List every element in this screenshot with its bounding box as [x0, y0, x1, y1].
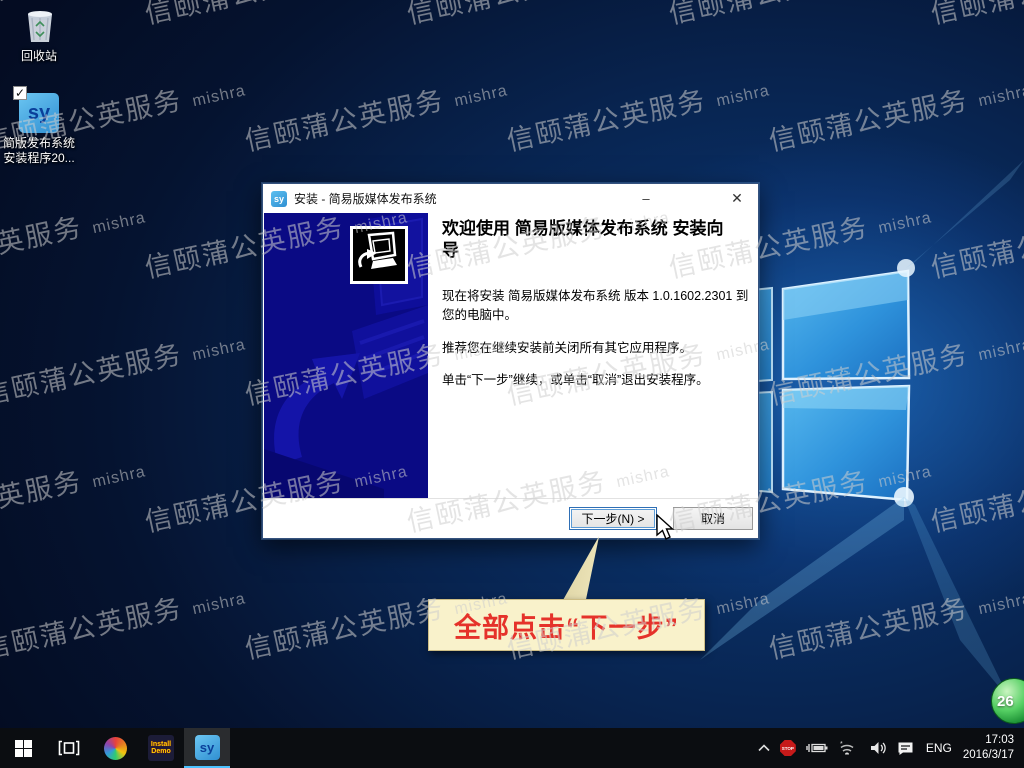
callout-box: 全部点击“下一步”: [428, 599, 705, 651]
windows-logo-icon: [15, 740, 32, 757]
installdemo-icon: InstallDemo: [148, 735, 174, 761]
installer-checkbox-icon[interactable]: ✓: [13, 86, 27, 100]
desktop: 回收站 sy ✓ 简版发布系统 安装程序20... sy 安装 - 简易版媒体发…: [0, 0, 1024, 768]
sy-app-icon: sy: [195, 735, 220, 760]
tray-volume-icon[interactable]: [865, 741, 892, 755]
system-tray: STOP *: [753, 728, 1024, 768]
dialog-title: 安装 - 简易版媒体发布系统: [294, 190, 437, 207]
taskbar-app-installdemo[interactable]: InstallDemo: [138, 728, 184, 768]
next-button[interactable]: 下一步(N) >: [569, 507, 657, 530]
recycle-bin-icon: [19, 6, 59, 46]
close-button[interactable]: ✕: [714, 184, 760, 213]
wizard-paragraph-3: 单击“下一步”继续，或单击“取消”退出安装程序。: [442, 371, 750, 390]
mouse-cursor: [656, 514, 680, 549]
wizard-paragraph-1: 现在将安装 简易版媒体发布系统 版本 1.0.1602.2301 到您的电脑中。: [442, 287, 750, 326]
dialog-titlebar[interactable]: sy 安装 - 简易版媒体发布系统 – ✕: [263, 184, 758, 213]
taskbar-app-colorwheel[interactable]: [92, 728, 138, 768]
overlay-badge-value: 26: [997, 693, 1014, 710]
wizard-heading: 欢迎使用 简易版媒体发布系统 安装向导: [442, 218, 732, 263]
clock-date: 2016/3/17: [963, 748, 1014, 763]
taskbar: InstallDemo sy STOP: [0, 728, 1024, 768]
desktop-icon-installer[interactable]: sy ✓ 简版发布系统 安装程序20...: [0, 93, 78, 166]
tray-chevron-up-icon[interactable]: [753, 744, 775, 752]
installer-label-line2: 安装程序20...: [0, 151, 78, 166]
start-button[interactable]: [0, 728, 46, 768]
tray-stop-icon[interactable]: STOP: [775, 740, 801, 756]
taskbar-app-sy-active[interactable]: sy: [184, 728, 230, 768]
installer-label-line1: 简版发布系统: [0, 136, 78, 151]
clock-time: 17:03: [963, 733, 1014, 748]
desktop-icon-recycle-bin[interactable]: 回收站: [0, 6, 78, 64]
dialog-app-icon: sy: [271, 191, 287, 207]
minimize-button[interactable]: –: [623, 184, 669, 213]
cancel-button[interactable]: 取消: [673, 507, 753, 530]
wizard-body: 欢迎使用 简易版媒体发布系统 安装向导 现在将安装 简易版媒体发布系统 版本 1…: [264, 213, 758, 498]
tray-power-icon[interactable]: [801, 741, 835, 755]
task-view-button[interactable]: [46, 728, 92, 768]
tray-wifi-icon[interactable]: *: [835, 741, 865, 756]
recycle-bin-label: 回收站: [0, 49, 78, 64]
language-indicator[interactable]: ENG: [919, 741, 959, 755]
action-center-icon[interactable]: [892, 741, 919, 756]
installer-dialog: sy 安装 - 简易版媒体发布系统 – ✕: [262, 183, 759, 539]
callout-text: 全部点击“下一步”: [454, 606, 679, 645]
dialog-button-bar: 下一步(N) > 取消: [264, 498, 758, 538]
taskbar-clock[interactable]: 17:03 2016/3/17: [959, 733, 1024, 763]
task-view-icon: [58, 740, 80, 756]
colorwheel-icon: [104, 737, 127, 760]
wizard-side-image: [264, 213, 428, 498]
wizard-paragraph-2: 推荐您在继续安装前关闭所有其它应用程序。: [442, 339, 750, 358]
setup-computer-icon: [350, 226, 408, 284]
